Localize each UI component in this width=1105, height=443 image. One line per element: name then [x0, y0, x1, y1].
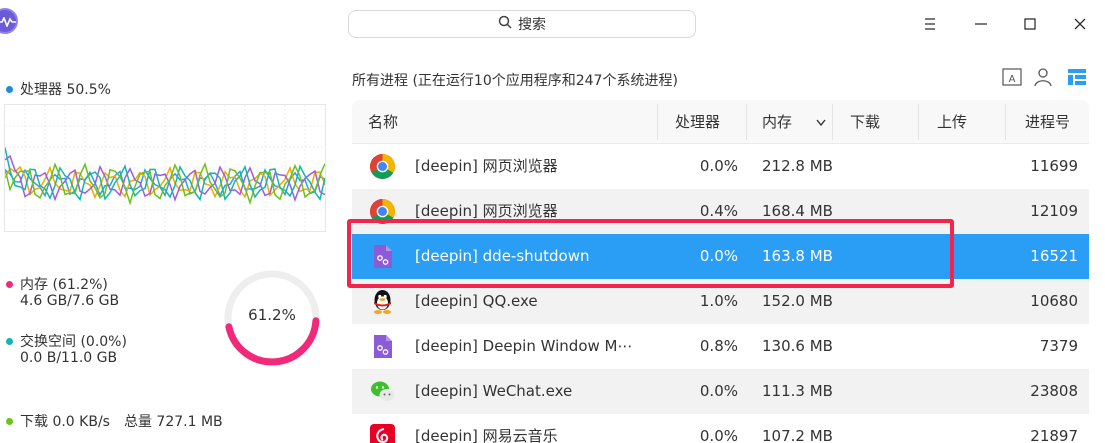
user-processes-view-button[interactable]: [1031, 65, 1055, 89]
wechat-icon: [369, 378, 396, 405]
application-view-icon: A: [1002, 68, 1022, 86]
process-name: [deepin] WeChat.exe: [415, 382, 573, 400]
column-memory-header[interactable]: 内存: [762, 100, 826, 144]
tree-view-icon: [1068, 69, 1086, 85]
process-pid: 12109: [1030, 202, 1078, 220]
memory-ring-text: 61.2%: [248, 306, 296, 324]
cpu-legend: 处理器 50.5%: [6, 79, 111, 99]
memory-ring-gauge: 61.2%: [222, 268, 322, 368]
system-monitor-window: 处理器 50.5% 内存 (61.2%) 4.6 GB/7.6 GB 交换空间 …: [0, 0, 1105, 443]
qq-penguin-icon: [369, 288, 396, 315]
memory-label: 内存 (61.2%): [20, 277, 108, 293]
process-pid: 7379: [1039, 337, 1078, 355]
process-memory: 212.8 MB: [762, 157, 833, 175]
download-speed: 下载 0.0 KB/s: [20, 414, 110, 430]
table-header: 名称 处理器 内存 下载 上传 进程号: [352, 100, 1089, 144]
maximize-button[interactable]: [1018, 12, 1042, 36]
process-cpu: 0.0%: [699, 427, 738, 443]
column-name-header[interactable]: 名称: [368, 100, 398, 144]
all-processes-view-button[interactable]: [1065, 65, 1089, 89]
process-summary-title: 所有进程 (正在运行10个应用程序和247个系统进程): [352, 73, 678, 89]
table-row[interactable]: [deepin] 网页浏览器 0.0% 212.8 MB 11699: [352, 144, 1089, 189]
process-memory: 107.2 MB: [762, 427, 833, 443]
process-name: [deepin] 网易云音乐: [415, 427, 558, 443]
search-box[interactable]: 搜索: [348, 10, 696, 38]
process-memory: 111.3 MB: [762, 382, 833, 400]
chrome-icon: [369, 153, 396, 180]
cpu-label: 处理器 50.5%: [20, 82, 111, 98]
swap-dot-icon: [6, 337, 13, 345]
cpu-history-chart: [4, 104, 326, 232]
memory-header-label: 内存: [762, 113, 793, 131]
user-view-icon: [1034, 68, 1052, 87]
app-processes-view-button[interactable]: A: [1000, 65, 1024, 89]
search-icon: [498, 15, 512, 33]
overview-panel: 处理器 50.5% 内存 (61.2%) 4.6 GB/7.6 GB 交换空间 …: [0, 0, 335, 443]
memory-legend: 内存 (61.2%): [6, 274, 108, 294]
process-name: [deepin] Deepin Window M⋯: [415, 337, 633, 355]
memory-dot-icon: [6, 280, 13, 288]
process-pid: 21897: [1030, 427, 1078, 443]
process-cpu: 0.8%: [699, 337, 738, 355]
deepin-app-icon: [369, 333, 396, 360]
menu-icon: [925, 18, 935, 30]
swap-legend: 交换空间 (0.0%): [6, 331, 127, 351]
close-icon: [1074, 18, 1086, 30]
process-cpu: 0.0%: [699, 382, 738, 400]
table-row[interactable]: [deepin] 网易云音乐 0.0% 107.2 MB 21897: [352, 414, 1089, 443]
process-memory: 130.6 MB: [762, 337, 833, 355]
process-pid: 23808: [1030, 382, 1078, 400]
minimize-button[interactable]: [969, 12, 993, 36]
svg-text:A: A: [1009, 74, 1016, 85]
process-pid: 10680: [1030, 292, 1078, 310]
column-pid-header[interactable]: 进程号: [1025, 100, 1070, 144]
highlight-annotation-box: [347, 219, 954, 288]
download-legend: 下载 0.0 KB/s 总量 727.1 MB: [6, 411, 223, 431]
netease-music-icon: [369, 423, 396, 443]
process-name: [deepin] 网页浏览器: [415, 157, 558, 175]
search-label: 搜索: [518, 17, 546, 33]
table-row[interactable]: [deepin] WeChat.exe 0.0% 111.3 MB 23808: [352, 369, 1089, 414]
column-cpu-header[interactable]: 处理器: [675, 100, 720, 144]
process-pid: 11699: [1030, 157, 1078, 175]
main-menu-button[interactable]: [918, 12, 942, 36]
app-logo-icon: [0, 8, 18, 34]
download-dot-icon: [6, 417, 13, 425]
close-button[interactable]: [1068, 12, 1092, 36]
column-upload-header[interactable]: 上传: [937, 100, 967, 144]
maximize-icon: [1024, 18, 1036, 30]
download-total: 总量 727.1 MB: [123, 414, 223, 430]
minimize-icon: [975, 23, 987, 25]
process-cpu: 0.0%: [699, 157, 738, 175]
sort-chevron-icon: [816, 100, 826, 144]
column-download-header[interactable]: 下载: [850, 100, 880, 144]
swap-detail: 0.0 B/11.0 GB: [20, 350, 118, 366]
cpu-dot-icon: [6, 85, 13, 93]
memory-detail: 4.6 GB/7.6 GB: [20, 293, 120, 309]
swap-label: 交换空间 (0.0%): [20, 334, 127, 350]
process-pid: 16521: [1030, 247, 1078, 265]
table-row[interactable]: [deepin] Deepin Window M⋯ 0.8% 130.6 MB 737…: [352, 324, 1089, 369]
